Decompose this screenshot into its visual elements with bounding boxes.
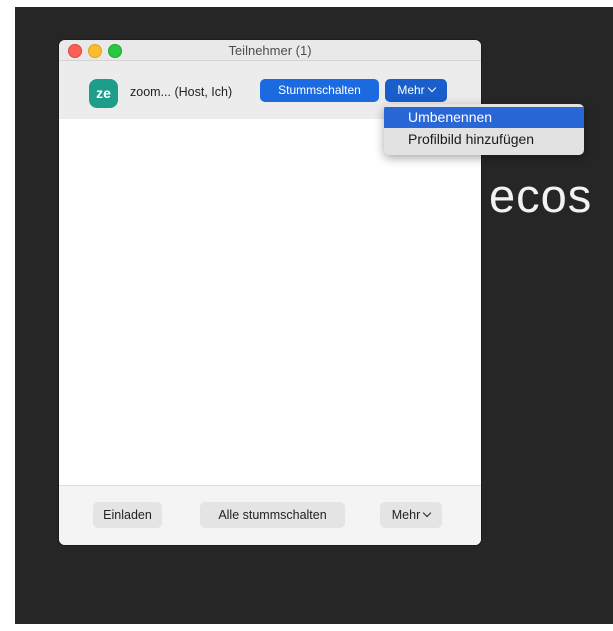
footer-toolbar: Einladen Alle stummschalten Mehr (59, 485, 481, 545)
avatar: ze (89, 79, 118, 108)
participant-more-button[interactable]: Mehr (385, 79, 447, 102)
participant-more-label: Mehr (397, 83, 425, 97)
participant-list (59, 119, 481, 485)
menu-item-add-profile-picture[interactable]: Profilbild hinzufügen (384, 129, 584, 150)
footer-more-label: Mehr (391, 508, 421, 522)
mute-all-button[interactable]: Alle stummschalten (200, 502, 345, 528)
mute-all-button-label: Alle stummschalten (218, 508, 327, 522)
more-dropdown-menu: Umbenennen Profilbild hinzufügen (384, 104, 584, 155)
chevron-down-icon (422, 508, 432, 518)
invite-button-label: Einladen (103, 508, 152, 522)
window-title: Teilnehmer (1) (228, 43, 312, 58)
title-bar[interactable]: Teilnehmer (1) (59, 40, 481, 61)
participant-name: zoom... (Host, Ich) (130, 85, 233, 99)
background-partial-text: ecos (489, 169, 593, 222)
mute-button[interactable]: Stummschalten (260, 79, 379, 102)
invite-button[interactable]: Einladen (93, 502, 162, 528)
menu-item-rename[interactable]: Umbenennen (384, 107, 584, 128)
footer-more-button[interactable]: Mehr (380, 502, 442, 528)
mute-button-label: Stummschalten (278, 83, 361, 97)
chevron-down-icon (427, 83, 436, 93)
screen: ecos Teilnehmer (1) ze zoom... (Host, Ic… (0, 0, 613, 631)
